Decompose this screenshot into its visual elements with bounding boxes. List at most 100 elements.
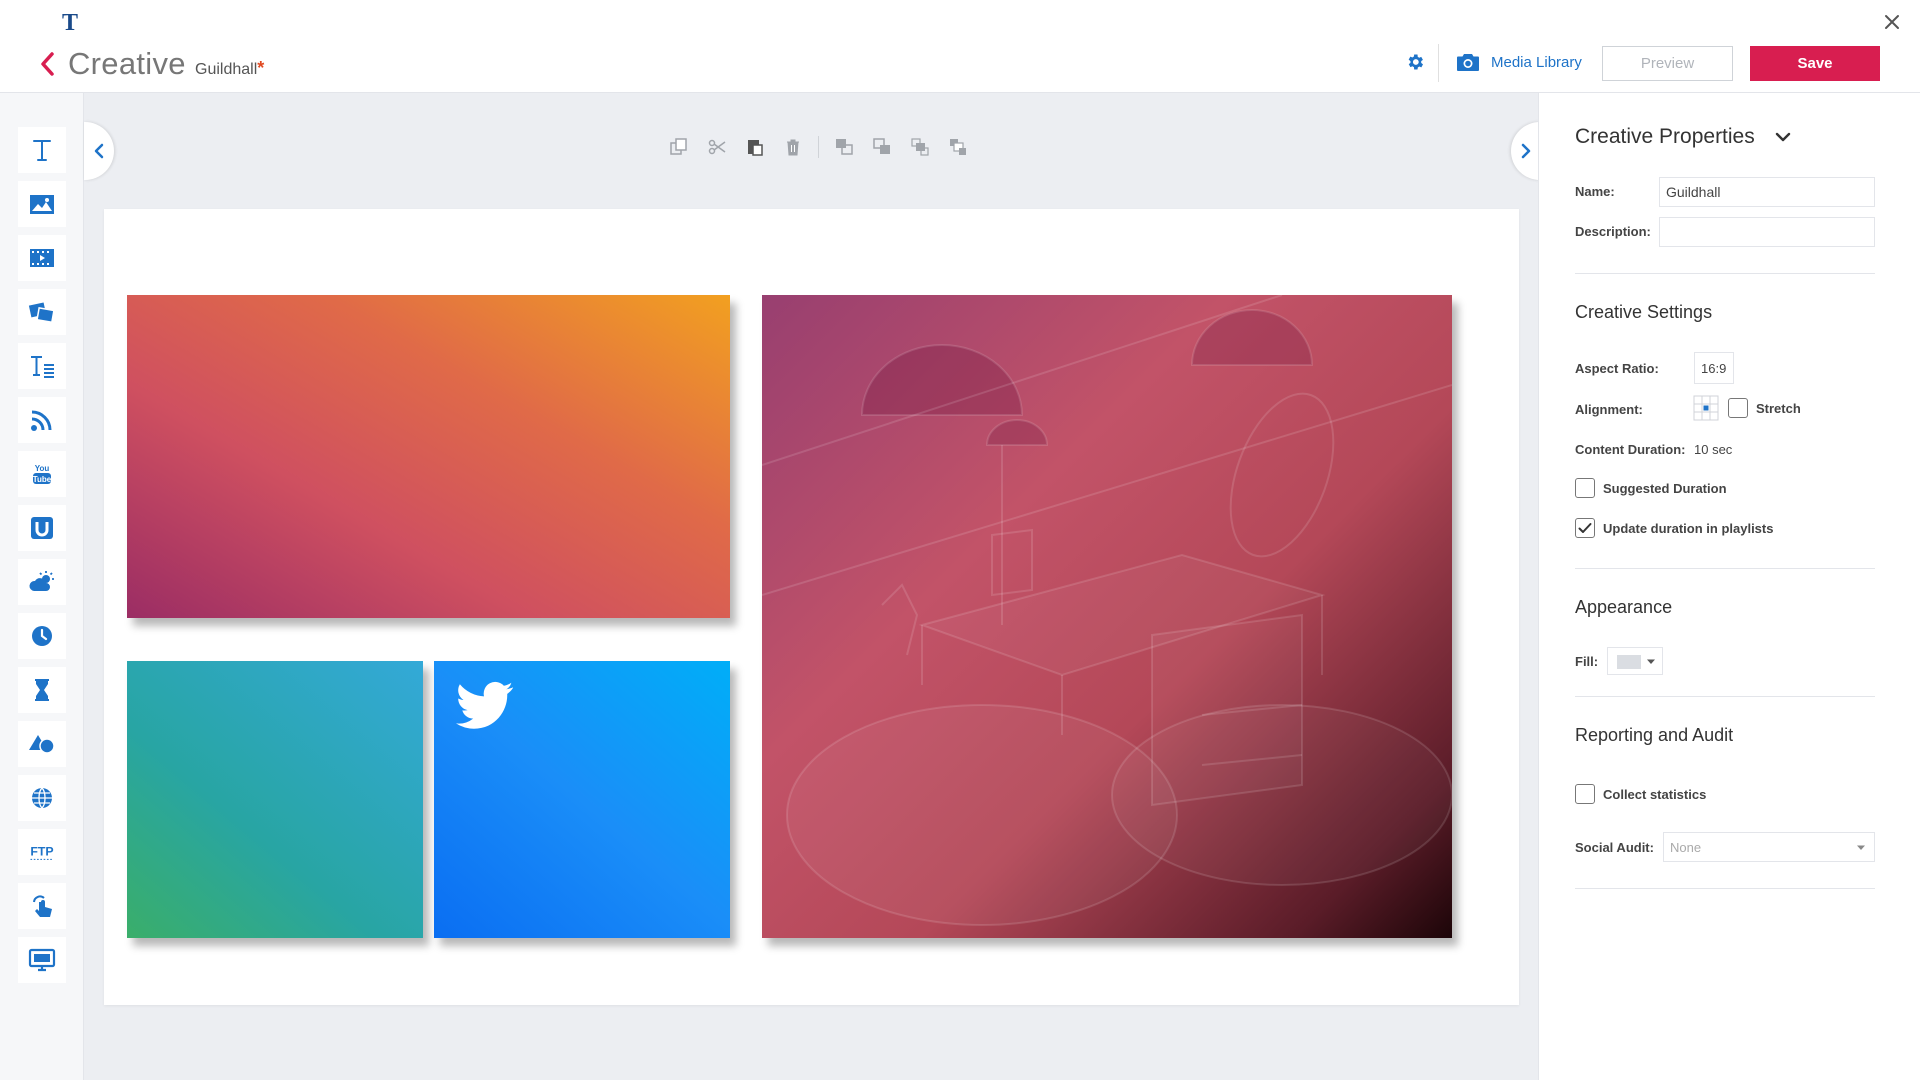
image-icon: [30, 195, 54, 214]
globe-icon: [32, 787, 52, 809]
bring-to-front-icon: [911, 138, 929, 156]
screen-tool[interactable]: [18, 937, 66, 983]
send-backward-button[interactable]: [863, 135, 901, 159]
aspect-ratio-field[interactable]: 16:9: [1694, 352, 1734, 384]
collapse-properties-button[interactable]: [1511, 122, 1541, 180]
appearance-heading: Appearance: [1575, 597, 1673, 617]
rich-text-tool[interactable]: [18, 343, 66, 389]
header: T Creative Guildhall* Media Library Prev…: [0, 0, 1920, 93]
ftp-icon: FTP: [30, 844, 54, 860]
back-arrow-icon[interactable]: [38, 50, 58, 78]
media-library-link[interactable]: Media Library: [1491, 54, 1582, 71]
fill-color-swatch: [1617, 655, 1641, 669]
copy-icon: [670, 138, 687, 155]
suggested-duration-label: Suggested Duration: [1603, 481, 1727, 496]
creative-name: Guildhall*: [195, 58, 264, 79]
suggested-duration-checkbox[interactable]: [1575, 478, 1595, 498]
gradient-zone[interactable]: [127, 661, 423, 938]
ftp-tool[interactable]: FTP: [18, 829, 66, 875]
caret-down-icon: [1857, 845, 1865, 850]
send-to-back-icon: [950, 139, 966, 155]
twitter-zone[interactable]: [434, 661, 730, 938]
fill-label: Fill:: [1575, 654, 1599, 669]
description-field[interactable]: [1659, 217, 1875, 247]
twitter-icon: [456, 681, 514, 729]
alignment-label: Alignment:: [1575, 402, 1643, 417]
update-duration-checkbox[interactable]: [1575, 518, 1595, 538]
collapse-toolbox-button[interactable]: [84, 122, 114, 180]
send-backward-icon: [873, 138, 890, 154]
creative-name-text: Guildhall: [195, 61, 258, 78]
save-button[interactable]: Save: [1750, 46, 1880, 81]
delete-icon: [787, 139, 799, 156]
chevron-down-icon[interactable]: [1775, 131, 1791, 143]
creative-canvas[interactable]: [104, 209, 1519, 1005]
web-tool[interactable]: [18, 775, 66, 821]
send-to-back-button[interactable]: [939, 135, 977, 159]
divider: [1575, 273, 1875, 274]
description-label: Description:: [1575, 224, 1651, 239]
svg-text:FTP: FTP: [30, 844, 53, 858]
divider: [1575, 888, 1875, 889]
clock-icon: [32, 626, 52, 646]
stretch-checkbox[interactable]: [1728, 398, 1748, 418]
paste-button[interactable]: [736, 135, 774, 159]
text-block-icon: [31, 356, 54, 378]
preview-button[interactable]: Preview: [1602, 46, 1733, 81]
monitor-icon: [28, 948, 56, 972]
collect-statistics-checkbox[interactable]: [1575, 784, 1595, 804]
name-field[interactable]: [1659, 177, 1875, 207]
social-audit-select[interactable]: None: [1663, 832, 1875, 862]
app-logo[interactable]: T: [57, 10, 83, 36]
hourglass-icon: [35, 679, 49, 701]
gradient-zone[interactable]: [127, 295, 730, 618]
camera-icon[interactable]: [1456, 52, 1480, 72]
bring-forward-icon: [836, 139, 853, 155]
countdown-tool[interactable]: [18, 667, 66, 713]
caret-down-icon: [1647, 659, 1655, 664]
collect-statistics-label: Collect statistics: [1603, 787, 1707, 802]
bring-forward-button[interactable]: [825, 135, 863, 159]
delete-button[interactable]: [774, 135, 812, 159]
video-tool[interactable]: [18, 235, 66, 281]
chevron-right-icon: [1521, 143, 1531, 159]
cut-button[interactable]: [698, 135, 736, 159]
rss-tool[interactable]: [18, 397, 66, 443]
creative-settings-heading: Creative Settings: [1575, 302, 1713, 322]
social-audit-label: Social Audit:: [1575, 840, 1654, 855]
properties-title: Creative Properties: [1575, 125, 1755, 148]
u-widget-tool[interactable]: [18, 505, 66, 551]
youtube-tool[interactable]: You Tube: [18, 451, 66, 497]
image-tool[interactable]: [18, 181, 66, 227]
divider: [1575, 568, 1875, 569]
text-tool[interactable]: [18, 127, 66, 173]
content-duration-label: Content Duration:: [1575, 442, 1686, 457]
edit-toolbar: [660, 135, 977, 159]
update-duration-label: Update duration in playlists: [1603, 521, 1774, 536]
bring-to-front-button[interactable]: [901, 135, 939, 159]
weather-tool[interactable]: [18, 559, 66, 605]
clock-tool[interactable]: [18, 613, 66, 659]
content-duration-value: 10 sec: [1694, 442, 1733, 457]
office-image-zone[interactable]: [762, 295, 1452, 938]
toolbar-separator: [818, 136, 819, 158]
reporting-heading: Reporting and Audit: [1575, 725, 1734, 745]
stretch-label: Stretch: [1756, 401, 1801, 416]
page-title: Creative: [68, 46, 186, 81]
fill-color-picker[interactable]: [1607, 647, 1663, 675]
widget-toolbox: You Tube FTP: [0, 93, 84, 1080]
slideshow-tool[interactable]: [18, 289, 66, 335]
close-icon[interactable]: [1882, 12, 1902, 32]
touch-tool[interactable]: [18, 883, 66, 929]
video-icon: [30, 249, 54, 267]
weather-icon: [29, 571, 54, 591]
alignment-grid-icon[interactable]: [1693, 395, 1719, 421]
shapes-icon: [29, 735, 55, 754]
copy-button[interactable]: [660, 135, 698, 159]
shapes-tool[interactable]: [18, 721, 66, 767]
rss-icon: [31, 410, 52, 431]
gear-icon[interactable]: [1405, 52, 1425, 72]
u-icon: [31, 517, 53, 539]
text-icon: [33, 140, 51, 161]
svg-text:Tube: Tube: [33, 475, 52, 484]
